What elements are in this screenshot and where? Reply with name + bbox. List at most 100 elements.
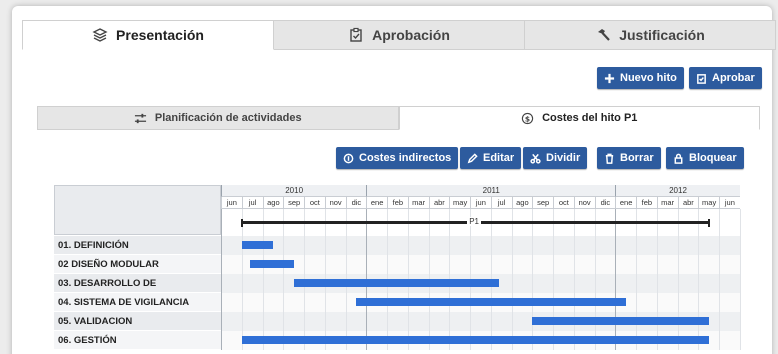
month-header: mar: [407, 197, 429, 209]
borrar-button[interactable]: Borrar: [597, 147, 661, 169]
tab-label: Justificación: [619, 27, 705, 43]
milestone-end-tick: [707, 219, 710, 227]
aprobar-button[interactable]: Aprobar: [689, 67, 762, 89]
task-label: 02 DISEÑO MODULAR: [54, 255, 221, 274]
button-label: Aprobar: [712, 72, 755, 84]
month-header: feb: [387, 197, 408, 209]
button-label: Editar: [483, 152, 515, 164]
month-header: jun: [719, 197, 740, 209]
gantt-chart: 01. DEFINICIÓN 02 DISEÑO MODULAR 03. DESAR…: [54, 185, 741, 354]
month-header: abr: [677, 197, 699, 209]
month-header: sep: [532, 197, 553, 209]
month-header: mar: [656, 197, 678, 209]
layers-icon: [92, 28, 108, 42]
coin-icon: $: [521, 112, 534, 124]
task-label: 06. GESTIÓN: [54, 331, 221, 350]
month-header: sep: [283, 197, 304, 209]
scissors-icon: [530, 153, 541, 164]
lock-icon: [674, 153, 683, 164]
grid-line: [221, 209, 222, 350]
month-header: jul: [241, 197, 263, 209]
bloquear-button[interactable]: Bloquear: [666, 147, 744, 169]
month-header: jul: [490, 197, 512, 209]
gantt-row: [221, 255, 740, 274]
task-bar[interactable]: [250, 260, 294, 268]
button-label: Dividir: [546, 152, 581, 164]
grid-line: [532, 209, 534, 350]
costes-indirectos-button[interactable]: Costes indirectos: [336, 147, 459, 169]
year-header: 2011: [366, 185, 616, 197]
dividir-button[interactable]: Dividir: [523, 147, 588, 169]
month-header: nov: [573, 197, 595, 209]
grid-line: [719, 209, 720, 350]
milestone-label: P1: [467, 217, 481, 226]
button-label: Nuevo hito: [620, 72, 677, 84]
grid-line: [553, 209, 554, 350]
grid-line: [283, 209, 285, 350]
task-label: 05. VALIDACION: [54, 312, 221, 331]
grid-line: [656, 209, 658, 350]
tab-label: Costes del hito P1: [542, 112, 638, 124]
tab-presentacion[interactable]: Presentación: [22, 20, 274, 50]
task-bar[interactable]: [293, 279, 500, 287]
trash-icon: [605, 153, 614, 164]
grid-line: [241, 209, 243, 350]
month-header: ene: [366, 197, 387, 209]
tab-aprobacion[interactable]: Aprobación: [274, 20, 525, 50]
month-header: nov: [324, 197, 346, 209]
month-header: feb: [636, 197, 657, 209]
gantt-row: [221, 236, 740, 255]
clipboard-check-icon: [697, 73, 706, 84]
task-label: 01. DEFINICIÓN: [54, 236, 221, 255]
month-header: dic: [594, 197, 616, 209]
hammer-icon: [598, 29, 611, 41]
month-header: jun: [221, 197, 242, 209]
main-tabs: Presentación Aprobación Justificación: [22, 20, 776, 50]
grid-line: [594, 209, 596, 350]
grid-line: [739, 209, 741, 350]
task-label: 03. DESARROLLO DE: [54, 274, 221, 293]
month-header: ago: [262, 197, 284, 209]
month-header: oct: [553, 197, 574, 209]
task-bar[interactable]: [241, 336, 709, 344]
tab-costes-hito[interactable]: $ Costes del hito P1: [398, 106, 760, 130]
month-header: ene: [615, 197, 636, 209]
grid-line: [698, 209, 700, 350]
editar-button[interactable]: Editar: [460, 147, 522, 169]
button-label: Costes indirectos: [359, 152, 452, 164]
milestone-start-tick: [240, 219, 243, 227]
task-bar[interactable]: [355, 298, 626, 306]
grid-line: [573, 209, 575, 350]
year-header: 2012: [615, 185, 740, 197]
tab-label: Aprobación: [372, 27, 450, 43]
plus-icon: [604, 73, 615, 83]
grid-line: [511, 209, 513, 350]
task-bar[interactable]: [241, 241, 273, 249]
grid-line: [677, 209, 679, 350]
nuevo-hito-button[interactable]: Nuevo hito: [597, 67, 684, 89]
coin-icon: [343, 153, 354, 163]
clipboard-check-icon: [350, 27, 362, 42]
svg-text:$: $: [525, 114, 530, 123]
task-bar[interactable]: [532, 317, 709, 325]
sliders-icon: [134, 113, 146, 123]
gantt-header-corner: [54, 185, 221, 235]
pencil-icon: [467, 152, 478, 163]
button-label: Bloquear: [689, 152, 737, 164]
tab-planificacion[interactable]: Planificación de actividades: [37, 106, 399, 130]
month-header: oct: [304, 197, 325, 209]
month-header: jun: [470, 197, 491, 209]
year-header: 2010: [221, 185, 367, 197]
month-header: may: [698, 197, 719, 209]
task-label: 04. SISTEMA DE VIGILANCIA: [54, 293, 221, 312]
grid-line: [636, 209, 637, 350]
month-header: may: [449, 197, 470, 209]
month-header: ago: [511, 197, 533, 209]
grid-line: [615, 209, 617, 350]
tab-justificacion[interactable]: Justificación: [525, 20, 776, 50]
month-header: abr: [428, 197, 450, 209]
month-header: dic: [345, 197, 367, 209]
tab-label: Presentación: [116, 27, 204, 43]
grid-line: [262, 209, 264, 350]
button-label: Borrar: [620, 152, 654, 164]
